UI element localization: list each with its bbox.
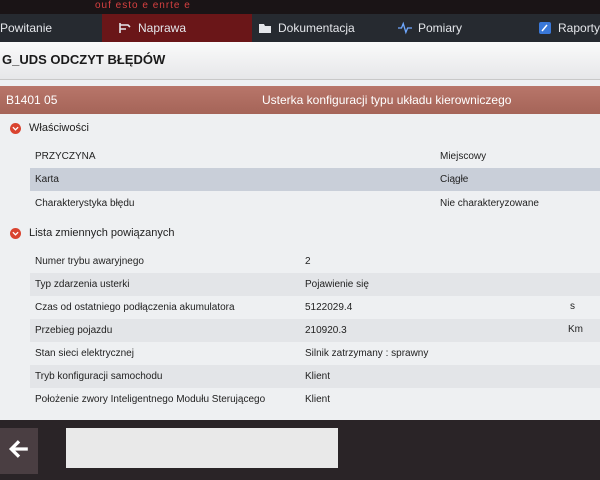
section-heading: Lista zmiennych powiązanych xyxy=(29,227,175,239)
variable-value: Pojawienie się xyxy=(305,279,369,290)
tab-label: Raporty xyxy=(558,21,600,35)
variable-label: Numer trybu awaryjnego xyxy=(35,256,144,267)
report-icon xyxy=(538,21,552,35)
variable-label: Położenie zwory Inteligentnego Modułu St… xyxy=(35,394,266,405)
variable-value: Silnik zatrzymany : sprawny xyxy=(305,348,429,359)
property-value: Nie charakteryzowane xyxy=(440,198,539,209)
main-nav: Powitanie Naprawa Dokumentacja Pomiary R… xyxy=(0,14,600,42)
collapse-icon[interactable] xyxy=(10,122,21,134)
variable-label: Stan sieci elektrycznej xyxy=(35,348,134,359)
variable-row: Numer trybu awaryjnego 2 xyxy=(30,250,600,273)
variable-row: Tryb konfiguracji samochodu Klient xyxy=(30,365,600,388)
section-heading: Właściwości xyxy=(29,122,89,134)
variable-value: 210920.3 xyxy=(305,325,347,336)
tab-naprawa[interactable]: Naprawa xyxy=(102,14,252,42)
fault-code: B1401 05 xyxy=(6,93,58,107)
property-label: Charakterystyka błędu xyxy=(35,198,135,209)
fault-header[interactable]: B1401 05 Usterka konfiguracji typu układ… xyxy=(0,86,600,114)
main-panel: G_UDS ODCZYT BŁĘDÓW B1401 05 Usterka kon… xyxy=(0,42,600,420)
variable-row: Typ zdarzenia usterki Pojawienie się xyxy=(30,273,600,296)
property-value: Ciągłe xyxy=(440,174,469,185)
tab-label: Dokumentacja xyxy=(278,21,355,35)
tab-raporty[interactable]: Raporty xyxy=(538,14,600,42)
variable-row: Czas od ostatniego podłączenia akumulato… xyxy=(30,296,600,319)
collapse-icon[interactable] xyxy=(10,227,21,239)
property-label: Karta xyxy=(35,174,59,185)
property-value: Miejscowy xyxy=(440,151,487,162)
variable-value: 5122029.4 xyxy=(305,302,353,313)
variable-label: Typ zdarzenia usterki xyxy=(35,279,130,290)
variable-unit: s xyxy=(570,301,575,312)
arrow-left-icon xyxy=(8,438,30,465)
variable-row: Położenie zwory Inteligentnego Modułu St… xyxy=(30,388,600,411)
tab-label: Powitanie xyxy=(0,21,53,35)
variable-label: Czas od ostatniego podłączenia akumulato… xyxy=(35,302,235,313)
tab-dokumentacja[interactable]: Dokumentacja xyxy=(258,14,388,42)
variable-value: Klient xyxy=(305,394,331,405)
properties-section-header[interactable]: Właściwości xyxy=(10,122,89,134)
variable-value: 2 xyxy=(305,256,311,267)
variable-label: Tryb konfiguracji samochodu xyxy=(35,371,163,382)
back-button[interactable] xyxy=(0,428,38,474)
property-row[interactable]: Karta Ciągłe xyxy=(30,168,600,191)
tools-icon xyxy=(118,21,132,35)
fault-description: Usterka konfiguracji typu układu kierown… xyxy=(262,93,512,107)
top-strip-text: ouf esto e enrte e xyxy=(95,0,191,11)
variable-row: Przebieg pojazdu 210920.3 Km xyxy=(30,319,600,342)
top-strip: ouf esto e enrte e xyxy=(0,0,600,14)
title-bar: G_UDS ODCZYT BŁĘDÓW xyxy=(0,42,600,80)
page-title: G_UDS ODCZYT BŁĘDÓW xyxy=(2,52,166,67)
waveform-icon xyxy=(398,21,412,35)
status-box xyxy=(66,428,338,468)
bottom-bar xyxy=(0,420,600,480)
tab-powitanie[interactable]: Powitanie xyxy=(0,14,100,42)
variable-row: Stan sieci elektrycznej Silnik zatrzyman… xyxy=(30,342,600,365)
tab-label: Pomiary xyxy=(418,21,463,35)
property-row: PRZYCZYNA Miejscowy xyxy=(30,145,600,168)
variables-section-header[interactable]: Lista zmiennych powiązanych xyxy=(10,227,175,239)
property-row: Charakterystyka błędu Nie charakteryzowa… xyxy=(30,192,600,215)
tab-pomiary[interactable]: Pomiary xyxy=(398,14,508,42)
variable-value: Klient xyxy=(305,371,331,382)
property-label: PRZYCZYNA xyxy=(35,151,96,162)
variable-unit: Km xyxy=(568,324,583,335)
variable-label: Przebieg pojazdu xyxy=(35,325,113,336)
folder-icon xyxy=(258,21,272,35)
tab-label: Naprawa xyxy=(138,21,187,35)
